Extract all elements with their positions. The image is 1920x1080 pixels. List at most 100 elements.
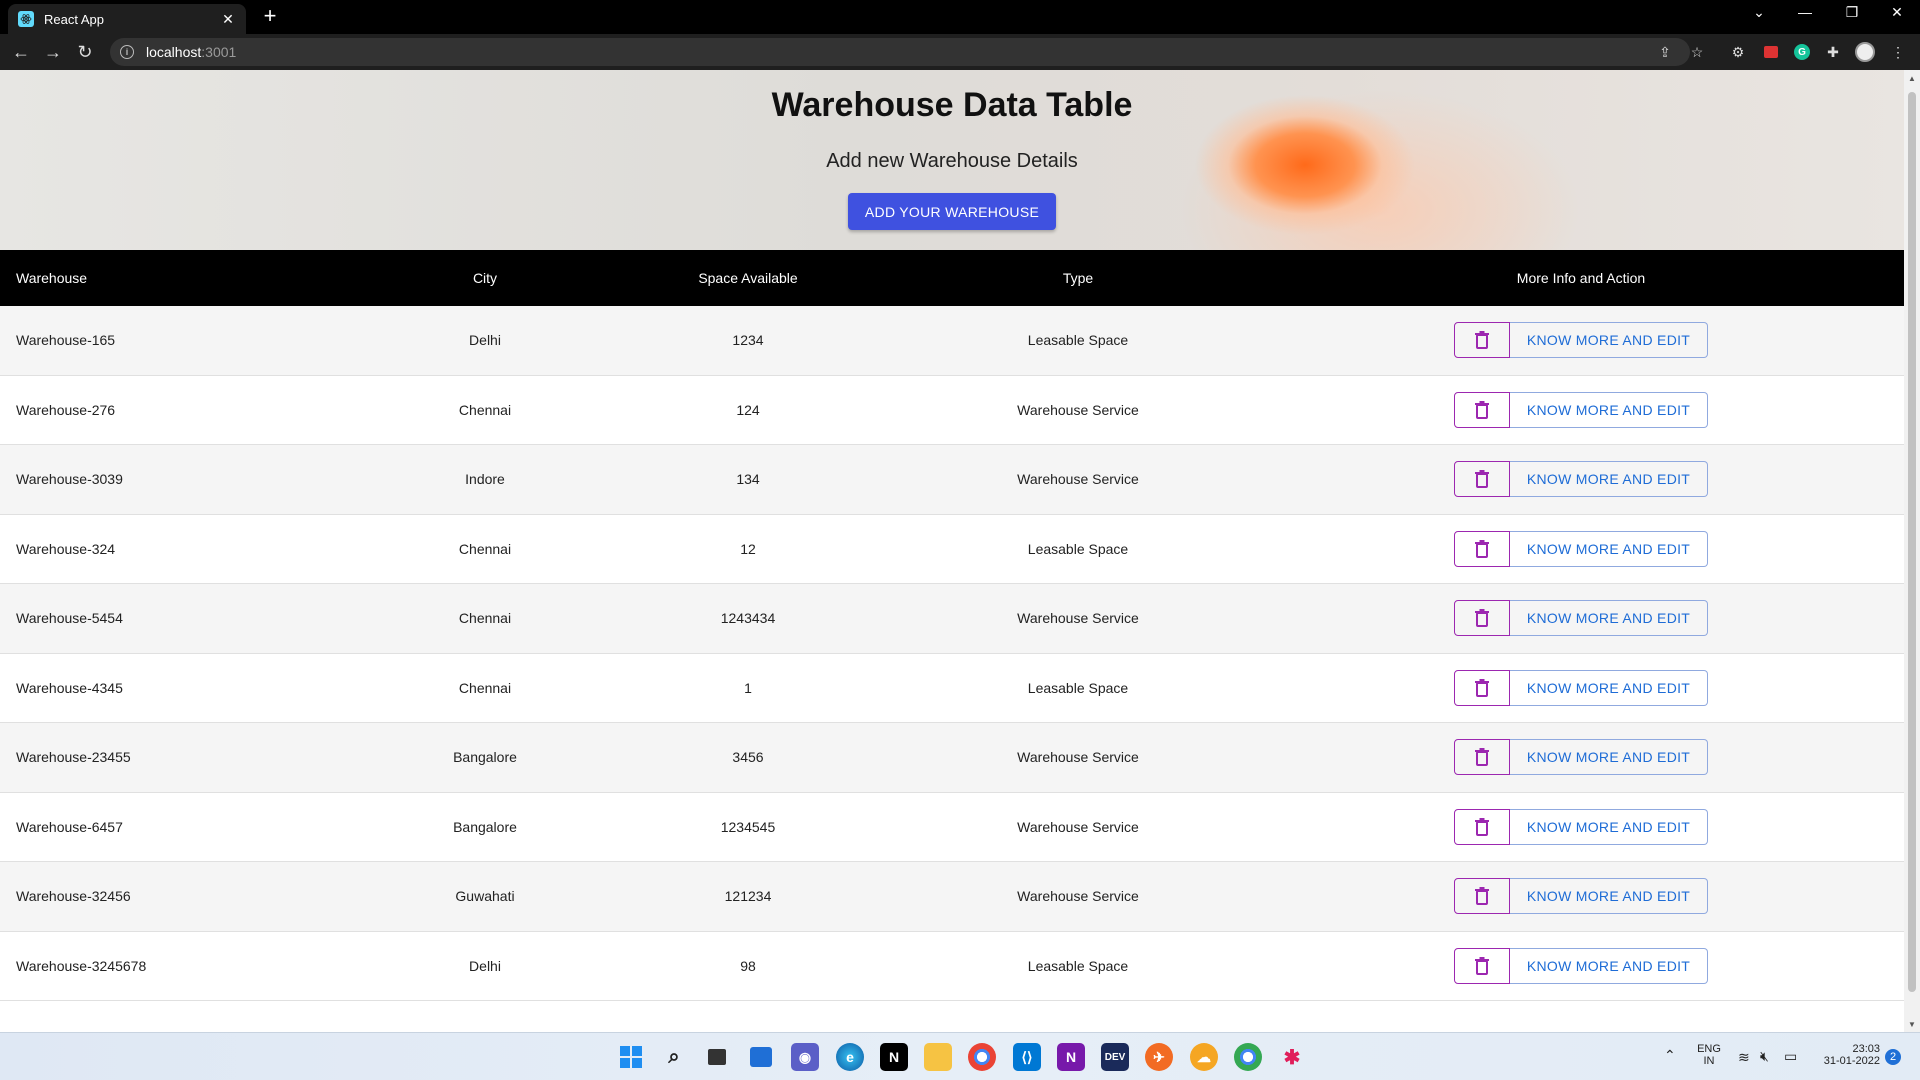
- cell-type: Warehouse Service: [1017, 818, 1139, 835]
- battery-icon[interactable]: ▭: [1784, 1048, 1797, 1065]
- cell-warehouse: Warehouse-4345: [16, 679, 123, 696]
- header-city: City: [472, 270, 498, 286]
- delete-button[interactable]: [1454, 530, 1510, 567]
- notification-badge[interactable]: 2: [1885, 1049, 1901, 1065]
- edge-icon[interactable]: e: [836, 1043, 864, 1071]
- header-space-available: Space Available: [698, 270, 798, 286]
- search-icon[interactable]: ⌕: [660, 1043, 688, 1071]
- minimize-icon[interactable]: —: [1793, 4, 1817, 20]
- know-more-edit-button[interactable]: KNOW MORE AND EDIT: [1510, 947, 1708, 984]
- cell-type: Leasable Space: [1027, 540, 1129, 557]
- file-explorer-icon[interactable]: [924, 1043, 952, 1071]
- postman-icon[interactable]: ✈: [1145, 1043, 1173, 1071]
- site-info-icon[interactable]: i: [120, 45, 134, 59]
- cell-space-available: 1243434: [720, 610, 776, 627]
- know-more-edit-button[interactable]: KNOW MORE AND EDIT: [1510, 808, 1708, 845]
- know-more-edit-button[interactable]: KNOW MORE AND EDIT: [1510, 322, 1708, 358]
- chrome-active-icon[interactable]: [968, 1043, 996, 1071]
- address-bar[interactable]: i localhost:3001: [110, 38, 1690, 66]
- row-actions: KNOW MORE AND EDIT: [1454, 878, 1708, 914]
- delete-button[interactable]: [1454, 461, 1510, 497]
- language-code: ENG: [1697, 1043, 1721, 1055]
- cell-city: Delhi: [469, 332, 501, 349]
- row-actions: KNOW MORE AND EDIT: [1454, 669, 1708, 706]
- onenote-icon[interactable]: N: [1057, 1043, 1085, 1071]
- know-more-edit-button[interactable]: KNOW MORE AND EDIT: [1510, 600, 1708, 636]
- tray-chevron-up-icon[interactable]: ⌃: [1664, 1047, 1676, 1064]
- delete-button[interactable]: [1454, 600, 1510, 636]
- delete-button[interactable]: [1454, 878, 1510, 914]
- trash-icon: [1475, 887, 1489, 905]
- delete-button[interactable]: [1454, 808, 1510, 845]
- settings-extension-icon[interactable]: ⚙: [1728, 42, 1748, 62]
- cell-type: Warehouse Service: [1017, 610, 1139, 627]
- scroll-up-icon[interactable]: ▲: [1904, 70, 1920, 86]
- know-more-edit-button[interactable]: KNOW MORE AND EDIT: [1510, 878, 1708, 914]
- tab-search-icon[interactable]: ⌄: [1747, 4, 1771, 21]
- tab-close-icon[interactable]: ✕: [220, 11, 236, 28]
- slack-icon[interactable]: ✱: [1278, 1043, 1306, 1071]
- widgets-icon[interactable]: [747, 1043, 775, 1071]
- clock-time: 23:03: [1852, 1043, 1880, 1055]
- grammarly-icon[interactable]: G: [1792, 42, 1812, 62]
- scroll-thumb[interactable]: [1908, 92, 1916, 992]
- new-tab-icon[interactable]: +: [258, 3, 282, 29]
- task-view-icon[interactable]: [703, 1043, 731, 1071]
- cell-warehouse: Warehouse-6457: [16, 818, 123, 835]
- browser-tab-strip: React App ✕ + ⌄ — ❐ ✕: [0, 0, 1920, 34]
- vertical-scrollbar[interactable]: ▲ ▼: [1904, 70, 1920, 1032]
- row-actions: KNOW MORE AND EDIT: [1454, 600, 1708, 636]
- add-warehouse-button[interactable]: ADD YOUR WAREHOUSE: [848, 193, 1056, 230]
- cell-type: Warehouse Service: [1017, 749, 1139, 766]
- table-row: Warehouse-3245678 Delhi 98 Leasable Space KN…: [0, 931, 1904, 1001]
- clock[interactable]: 23:03 31-01-2022: [1814, 1043, 1880, 1067]
- menu-kebab-icon[interactable]: ⋮: [1888, 42, 1908, 62]
- extensions-puzzle-icon[interactable]: ✚: [1823, 42, 1843, 62]
- know-more-edit-button[interactable]: KNOW MORE AND EDIT: [1510, 461, 1708, 497]
- know-more-edit-button[interactable]: KNOW MORE AND EDIT: [1510, 530, 1708, 567]
- cell-warehouse: Warehouse-32456: [16, 888, 131, 905]
- teams-chat-icon[interactable]: ◉: [791, 1043, 819, 1071]
- trash-icon: [1475, 748, 1489, 766]
- cell-city: Indore: [465, 471, 505, 488]
- browser-tab[interactable]: React App ✕: [8, 4, 246, 34]
- language-indicator[interactable]: ENG IN: [1694, 1043, 1724, 1067]
- volume-muted-icon[interactable]: 🔇︎: [1760, 1048, 1769, 1065]
- devto-icon[interactable]: DEV: [1101, 1043, 1129, 1071]
- restore-icon[interactable]: ❐: [1840, 4, 1864, 21]
- cell-space-available: 1234545: [720, 818, 776, 835]
- cell-city: Chennai: [458, 679, 512, 696]
- cell-space-available: 1: [744, 679, 752, 696]
- cell-type: Warehouse Service: [1017, 471, 1139, 488]
- windows-start-icon[interactable]: [617, 1043, 645, 1071]
- scroll-down-icon[interactable]: ▼: [1904, 1016, 1920, 1032]
- bookmark-star-icon[interactable]: ☆: [1687, 42, 1707, 62]
- know-more-edit-button[interactable]: KNOW MORE AND EDIT: [1510, 669, 1708, 706]
- trash-icon: [1475, 956, 1489, 975]
- table-row: Warehouse-4345 Chennai 1 Leasable Space KNOW…: [0, 653, 1904, 723]
- forward-icon[interactable]: →: [41, 40, 65, 64]
- know-more-edit-button[interactable]: KNOW MORE AND EDIT: [1510, 739, 1708, 775]
- delete-button[interactable]: [1454, 947, 1510, 984]
- window-close-icon[interactable]: ✕: [1885, 4, 1909, 21]
- chrome-profile-icon[interactable]: [1234, 1043, 1262, 1071]
- profile-avatar[interactable]: [1855, 42, 1875, 62]
- reload-icon[interactable]: ↻: [73, 40, 97, 64]
- url-port: :3001: [201, 44, 237, 60]
- vscode-icon[interactable]: ⟨⟩: [1013, 1043, 1041, 1071]
- cell-warehouse: Warehouse-165: [16, 332, 116, 349]
- table-row: Warehouse-165 Delhi 1234 Leasable Space KNOW…: [0, 306, 1904, 376]
- notion-icon[interactable]: N: [880, 1043, 908, 1071]
- wifi-icon[interactable]: ≋: [1738, 1049, 1750, 1066]
- delete-button[interactable]: [1454, 322, 1510, 358]
- delete-button[interactable]: [1454, 391, 1510, 428]
- share-icon[interactable]: ⇪: [1655, 42, 1675, 62]
- cell-warehouse: Warehouse-23455: [16, 749, 131, 766]
- back-icon[interactable]: ←: [9, 40, 33, 64]
- extension-badge-icon[interactable]: [1761, 42, 1781, 62]
- know-more-edit-button[interactable]: KNOW MORE AND EDIT: [1510, 391, 1708, 428]
- delete-button[interactable]: [1454, 739, 1510, 775]
- table-row: Warehouse-5454 Chennai 1243434 Warehouse Se…: [0, 584, 1904, 654]
- app-cloud-icon[interactable]: ☁: [1190, 1043, 1218, 1071]
- delete-button[interactable]: [1454, 669, 1510, 706]
